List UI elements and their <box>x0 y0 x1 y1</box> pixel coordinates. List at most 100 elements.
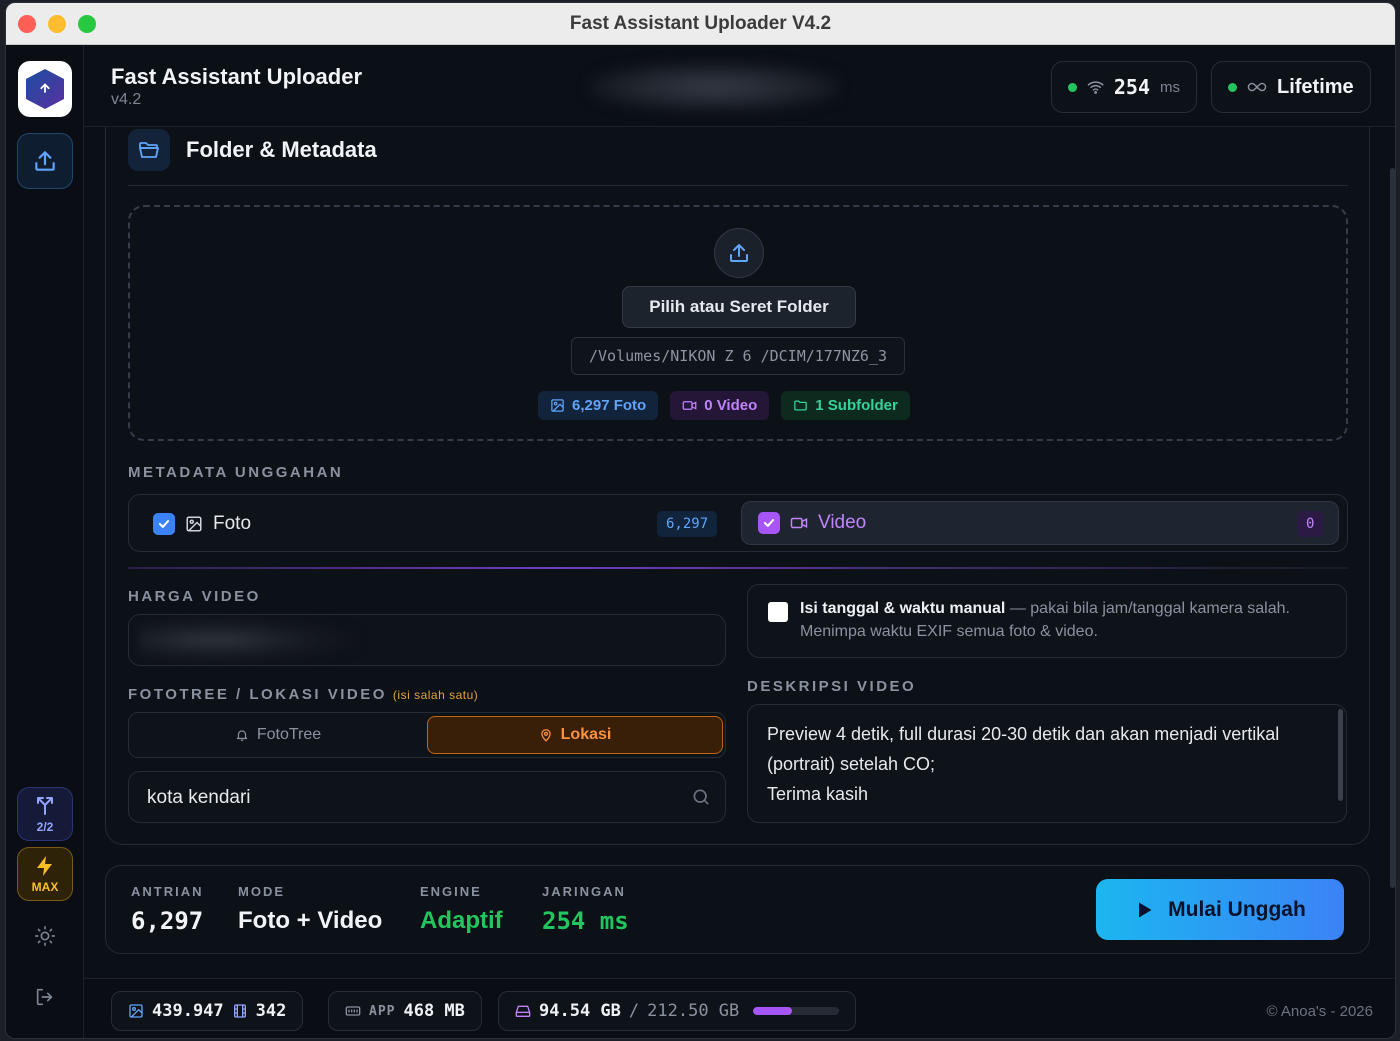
app-memory: 468 MB <box>403 1001 465 1021</box>
minimize-window-button[interactable] <box>48 15 66 33</box>
zoom-window-button[interactable] <box>78 15 96 33</box>
search-icon[interactable] <box>691 787 711 807</box>
folder-dropzone[interactable]: Pilih atau Seret Folder /Volumes/NIKON Z… <box>128 205 1348 441</box>
status-dot <box>1228 82 1237 92</box>
description-text: Preview 4 detik, full durasi 20-30 detik… <box>767 724 1280 804</box>
lokasi-label: FOTOTREE / LOKASI VIDEO (isi salah satu) <box>128 686 479 703</box>
choose-folder-button[interactable]: Pilih atau Seret Folder <box>622 286 856 328</box>
metadata-type-selector: Foto 6,297 Video 0 <box>128 494 1348 552</box>
disk-total: 212.50 GB <box>647 1001 740 1021</box>
network-ping-pill: 254 ms <box>1051 61 1197 113</box>
photo-option-count: 6,297 <box>657 511 718 537</box>
window-title: Fast Assistant Uploader V4.2 <box>569 12 832 34</box>
logo-hex-icon <box>26 69 64 109</box>
lightning-icon <box>37 856 52 876</box>
image-icon <box>129 1004 143 1018</box>
logout-button[interactable] <box>29 981 61 1013</box>
drive-icon <box>515 1005 531 1017</box>
sidebar-max-mode-button[interactable]: MAX <box>17 847 73 901</box>
check-icon <box>158 520 170 528</box>
video-icon <box>790 517 808 529</box>
folder-icon <box>794 400 808 411</box>
jaringan-value: 254 ms <box>542 907 629 935</box>
photo-option-label: Foto <box>213 513 252 534</box>
license-text: Lifetime <box>1277 75 1354 98</box>
image-icon <box>551 399 564 412</box>
start-upload-button[interactable]: Mulai Unggah <box>1096 879 1344 940</box>
redacted-price <box>139 617 359 663</box>
close-window-button[interactable] <box>18 15 36 33</box>
section-header: Folder & Metadata <box>128 129 377 171</box>
folder-path: /Volumes/NIKON Z 6 /DCIM/177NZ6_3 <box>571 337 905 375</box>
disk-usage-chip: 94.54 GB / 212.50 GB <box>498 991 857 1031</box>
photo-count-text: 6,297 Foto <box>572 397 647 414</box>
photo-total: 439.947 <box>152 1001 224 1021</box>
manual-datetime-checkbox[interactable] <box>768 602 788 622</box>
harga-video-input[interactable] <box>128 614 726 666</box>
start-upload-label: Mulai Unggah <box>1168 897 1306 921</box>
expand-arrows-icon <box>37 797 53 815</box>
lokasi-hint: (isi salah satu) <box>392 688 479 702</box>
section-title: Folder & Metadata <box>186 137 377 162</box>
max-label: MAX <box>31 880 59 894</box>
section-divider <box>128 185 1348 186</box>
folder-metadata-card: Folder & Metadata Pilih atau Seret Folde… <box>105 127 1370 845</box>
film-icon <box>233 1004 246 1018</box>
engine-label: ENGINE <box>420 884 482 899</box>
engine-value: Adaptif <box>420 907 503 934</box>
disk-separator: / <box>628 1001 640 1021</box>
sidebar-upload-button[interactable] <box>17 133 73 189</box>
infinity-icon <box>1247 82 1267 92</box>
photo-count-badge: 6,297 Foto <box>538 391 659 420</box>
deskripsi-label: DESKRIPSI VIDEO <box>747 678 917 695</box>
theme-toggle-button[interactable] <box>29 920 61 952</box>
window-controls <box>18 15 96 33</box>
disk-used: 94.54 GB <box>539 1001 621 1021</box>
antrian-value: 6,297 <box>131 907 204 935</box>
mode-value: Foto + Video <box>238 907 383 934</box>
status-dot <box>1068 82 1077 92</box>
ping-value: 254 <box>1113 75 1150 99</box>
metadata-video-option[interactable]: Video 0 <box>741 501 1339 545</box>
video-checkbox[interactable] <box>758 512 780 534</box>
sidebar-page-switch-button[interactable]: 2/2 <box>17 787 73 841</box>
video-option-count: 0 <box>1297 511 1324 537</box>
location-input[interactable] <box>147 784 667 812</box>
description-scrollbar[interactable] <box>1338 709 1343 801</box>
upload-icon <box>35 151 55 171</box>
copyright: © Anoa's - 2026 <box>1266 1003 1374 1020</box>
app-name: Fast Assistant Uploader <box>111 64 363 89</box>
tab-lokasi[interactable]: Lokasi <box>427 716 723 754</box>
location-type-toggle: FotoTree Lokasi <box>128 712 726 758</box>
page-indicator: 2/2 <box>36 820 54 834</box>
manual-datetime-text: Isi tanggal & waktu manual — pakai bila … <box>800 597 1330 643</box>
check-icon <box>763 519 775 527</box>
library-totals-chip: 439.947 342 <box>111 991 304 1031</box>
logout-icon <box>36 988 53 1006</box>
ping-unit: ms <box>1160 78 1180 96</box>
tab-fototree-label: FotoTree <box>256 726 322 743</box>
main-scrollbar[interactable] <box>1390 168 1395 888</box>
stat-mode: MODE Foto + Video <box>238 884 382 935</box>
location-field <box>128 771 726 823</box>
app-header: Fast Assistant Uploader v4.2 254 ms Life… <box>84 45 1395 127</box>
photo-checkbox[interactable] <box>153 513 175 535</box>
disk-usage-bar <box>753 1007 840 1015</box>
manual-datetime-option[interactable]: Isi tanggal & waktu manual — pakai bila … <box>747 584 1347 658</box>
video-icon <box>682 401 697 410</box>
title-bar: Fast Assistant Uploader V4.2 <box>6 3 1395 45</box>
upload-stats-bar: ANTRIAN 6,297 MODE Foto + Video ENGINE A… <box>105 865 1370 954</box>
tab-fototree[interactable]: FotoTree <box>129 713 427 757</box>
tab-lokasi-label: Lokasi <box>560 726 612 743</box>
metadata-label: METADATA UNGGAHAN <box>128 464 344 481</box>
video-count-badge: 0 Video <box>670 391 770 420</box>
image-icon <box>186 516 202 532</box>
metadata-photo-option[interactable]: Foto <box>153 513 251 535</box>
subfolder-count-text: 1 Subfolder <box>815 397 898 414</box>
video-total: 342 <box>255 1001 287 1021</box>
description-textarea[interactable]: Preview 4 detik, full durasi 20-30 detik… <box>747 704 1347 823</box>
memory-icon <box>345 1006 361 1016</box>
stat-engine: ENGINE Adaptif <box>420 884 503 935</box>
subfolder-count-badge: 1 Subfolder <box>781 391 910 420</box>
video-count-text: 0 Video <box>704 397 758 414</box>
